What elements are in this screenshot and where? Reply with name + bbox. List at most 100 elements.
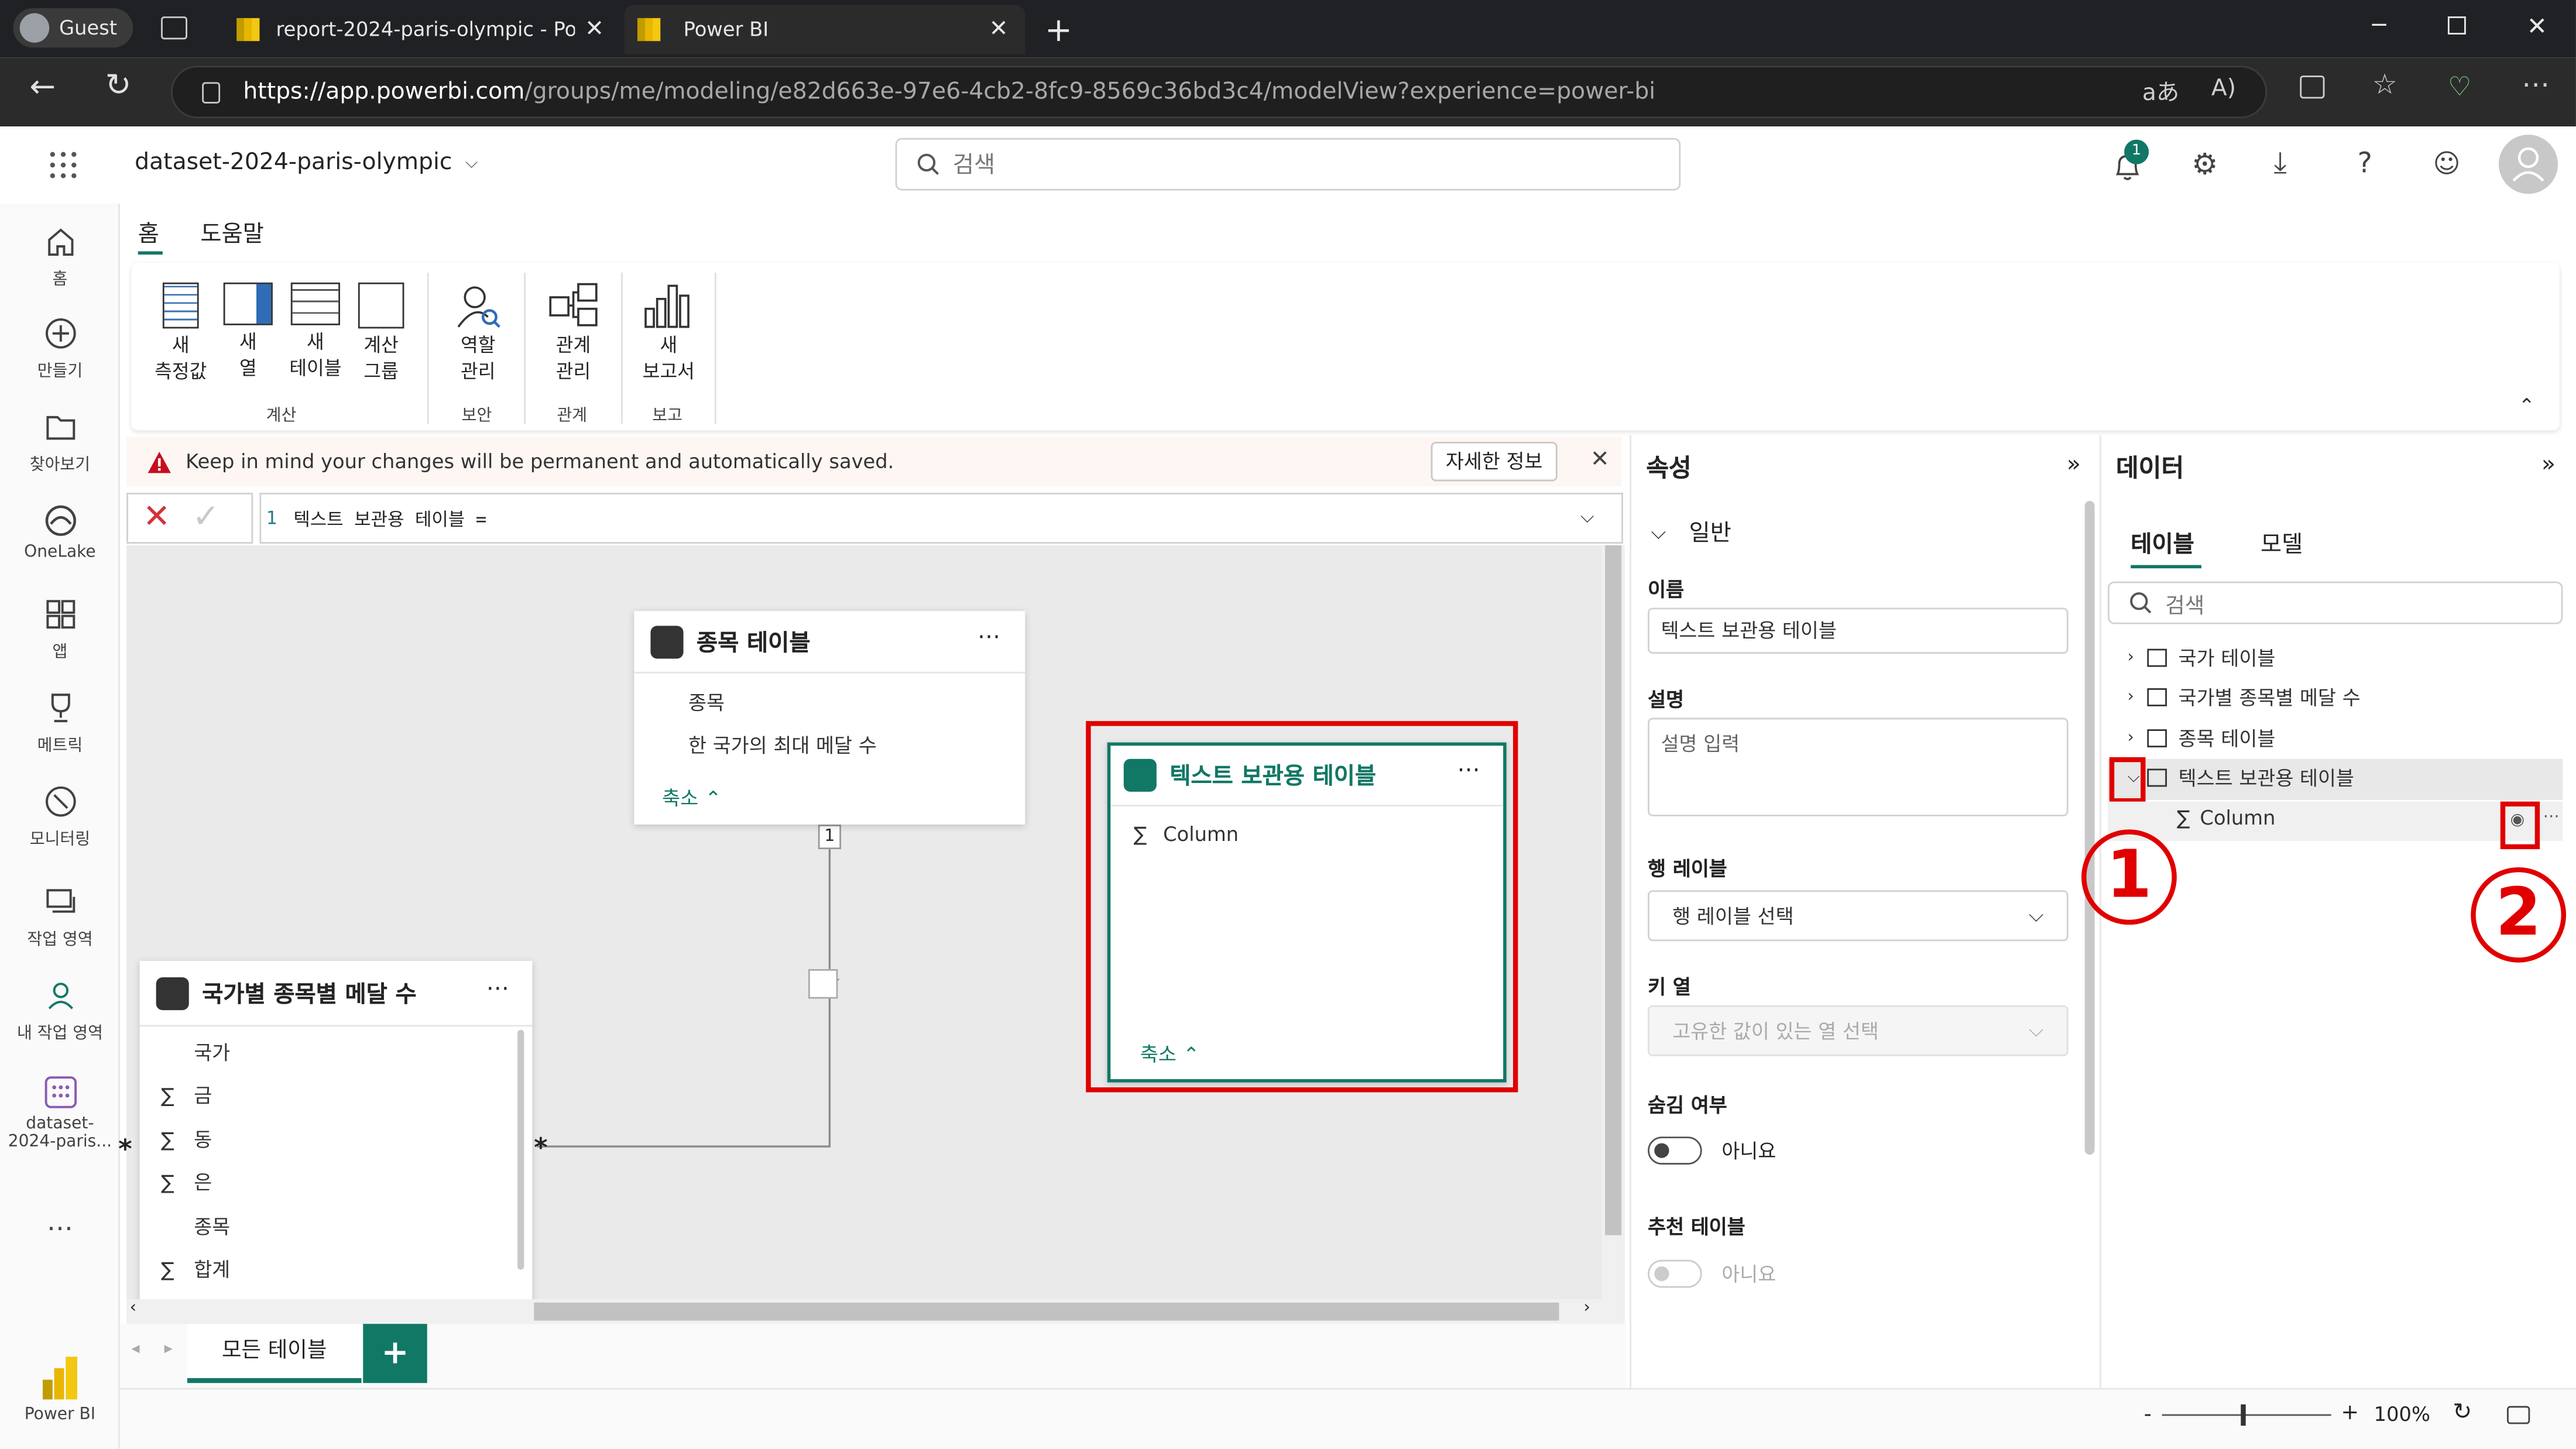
column-row[interactable]: 종목	[688, 688, 725, 716]
maximize-icon[interactable]	[2447, 16, 2466, 35]
more-options-icon[interactable]: ⋯	[486, 976, 509, 1002]
tab-actions-icon[interactable]	[161, 16, 187, 40]
minimize-icon[interactable]: ─	[2372, 13, 2386, 39]
tab-help[interactable]: 도움말	[200, 217, 263, 249]
toggle-switch[interactable]	[1648, 1136, 1702, 1165]
data-search-input[interactable]: 검색	[2107, 581, 2563, 624]
table-card-text-storage[interactable]: 텍스트 보관용 테이블 ⋯ ∑ Column 축소 ⌃	[1107, 742, 1507, 1083]
toggle-switch[interactable]	[1648, 1259, 1702, 1288]
tree-item-events-table[interactable]: › 종목 테이블	[2128, 724, 2276, 753]
nav-workspaces[interactable]: 작업 영역	[0, 884, 120, 949]
column-row[interactable]: ∑ 동	[161, 1125, 212, 1153]
collapse-button[interactable]: 축소 ⌃	[1140, 1040, 1199, 1068]
feedback-icon[interactable]: ☺	[2433, 148, 2461, 179]
tab-scroll-right-icon[interactable]: ▸	[164, 1340, 173, 1358]
tree-item-medal-table[interactable]: › 국가별 종목별 메달 수	[2128, 684, 2361, 712]
table-card-events[interactable]: 종목 테이블 ⋯ 종목 한 국가의 최대 메달 수 축소 ⌃	[634, 611, 1025, 825]
close-window-icon[interactable]: ✕	[2527, 12, 2547, 42]
column-row[interactable]: 한 국가의 최대 메달 수	[688, 731, 877, 759]
browser-essentials-icon[interactable]: ♡	[2448, 71, 2471, 102]
collapse-ribbon-icon[interactable]: ⌃	[2519, 394, 2535, 417]
split-screen-icon[interactable]	[2300, 75, 2325, 99]
tab-scroll-left-icon[interactable]: ◂	[132, 1340, 140, 1358]
zoom-in-button[interactable]: +	[2341, 1401, 2359, 1426]
tree-item-column[interactable]: ∑ Column	[2177, 806, 2276, 829]
browser-tab-report[interactable]: report-2024-paris-olympic - Powe ✕	[220, 5, 621, 54]
nav-my-workspace[interactable]: 내 작업 영역	[0, 977, 120, 1043]
back-icon[interactable]: ←	[30, 69, 56, 105]
browser-menu-icon[interactable]: ⋯	[2522, 69, 2550, 102]
column-row[interactable]: ∑ Column	[1134, 823, 1239, 846]
column-row[interactable]: ∑ 합계	[161, 1255, 230, 1283]
featured-toggle[interactable]: 아니요	[1648, 1259, 1776, 1288]
download-icon[interactable]: ⤓	[2273, 146, 2286, 181]
collapse-pane-icon[interactable]: »	[2067, 452, 2081, 478]
immersive-reader-icon[interactable]: A)	[2211, 75, 2236, 102]
url-field[interactable]: https://app.powerbi.com/groups/me/modeli…	[170, 66, 2268, 119]
vertical-scrollbar-thumb[interactable]	[1605, 545, 1622, 1235]
manage-relationships-button[interactable]: 관계 관리	[544, 283, 603, 384]
model-canvas[interactable]: 1 * * 종목 테이블 ⋯ 종목 한 국가의 최대 메달 수 축소 ⌃ 국가별 …	[118, 545, 1625, 1324]
browser-tab-powerbi[interactable]: Power BI ✕	[624, 5, 1025, 54]
new-report-button[interactable]: 새 보고서	[636, 283, 701, 384]
read-aloud-icon[interactable]: aあ	[2142, 75, 2179, 108]
learn-more-button[interactable]: 자세한 정보	[1431, 442, 1558, 482]
more-options-icon[interactable]: ⋯	[977, 624, 1000, 651]
nav-onelake[interactable]: OneLake	[0, 503, 120, 562]
commit-formula-icon[interactable]: ✓	[192, 496, 219, 535]
column-row[interactable]: ∑ 금	[161, 1081, 212, 1109]
settings-gear-icon[interactable]: ⚙	[2191, 148, 2218, 183]
global-search[interactable]: 검색	[895, 138, 1681, 191]
zoom-out-button[interactable]: -	[2144, 1403, 2152, 1427]
app-launcher-icon[interactable]	[49, 151, 77, 179]
name-input[interactable]: 텍스트 보관용 테이블	[1648, 607, 2069, 654]
collapse-pane-icon[interactable]: »	[2541, 452, 2556, 478]
row-label-dropdown[interactable]: 행 레이블 선택 ⌵	[1648, 890, 2069, 942]
cancel-formula-icon[interactable]: ✕	[143, 496, 170, 535]
user-avatar[interactable]	[2498, 135, 2558, 194]
nav-monitoring[interactable]: 모니터링	[0, 784, 120, 849]
add-layout-button[interactable]: +	[363, 1324, 427, 1383]
reload-icon[interactable]: ↻	[105, 67, 132, 104]
new-tab-icon[interactable]: +	[1045, 10, 1072, 49]
new-measure-button[interactable]: 새 측정값	[151, 282, 210, 384]
nav-create[interactable]: 만들기	[0, 315, 120, 381]
tab-home[interactable]: 홈	[138, 217, 159, 249]
column-row[interactable]: 종목	[161, 1212, 230, 1240]
reset-layout-icon[interactable]: ↻	[2452, 1399, 2472, 1426]
close-tab-icon[interactable]: ✕	[585, 16, 604, 43]
calculation-group-button[interactable]: 계산 그룹	[352, 282, 411, 384]
dismiss-warning-icon[interactable]: ✕	[1590, 447, 1610, 473]
manage-roles-button[interactable]: 역할 관리	[448, 283, 507, 384]
table-card-medals[interactable]: 국가별 종목별 메달 수 ⋯ 국가 ∑ 금 ∑ 동 ∑ 은 종목 ∑ 합계	[139, 960, 533, 1324]
nav-powerbi[interactable]: Power BI	[0, 1357, 120, 1424]
more-icon[interactable]: …	[0, 1206, 120, 1237]
tree-item-country-table[interactable]: › 국가 테이블	[2128, 644, 2276, 672]
scroll-left-icon[interactable]: ‹	[130, 1299, 136, 1317]
key-column-dropdown[interactable]: 고유한 값이 있는 열 선택 ⌵	[1648, 1005, 2069, 1056]
horizontal-scrollbar-thumb[interactable]	[534, 1302, 1559, 1321]
profile-button[interactable]: Guest	[13, 8, 134, 48]
tree-item-text-storage-table[interactable]: ⌵ 텍스트 보관용 테이블	[2128, 764, 2354, 792]
new-table-button[interactable]: 새 테이블	[286, 282, 345, 381]
column-row[interactable]: ∑ 은	[161, 1168, 212, 1196]
tab-all-tables[interactable]: 모든 테이블	[187, 1324, 362, 1383]
tab-tables[interactable]: 테이블	[2131, 527, 2194, 560]
help-icon[interactable]: ?	[2358, 148, 2372, 181]
more-options-icon[interactable]: ⋯	[2543, 808, 2560, 826]
formula-input[interactable]: 1 텍스트 보관용 테이블 =	[259, 493, 1624, 544]
fit-to-screen-icon[interactable]	[2507, 1406, 2530, 1424]
section-general[interactable]: ⌵ 일반	[1651, 516, 1731, 548]
close-tab-icon[interactable]: ✕	[989, 16, 1009, 43]
pane-scrollbar[interactable]	[2084, 501, 2095, 1155]
nav-home[interactable]: 홈	[0, 224, 120, 289]
favorites-icon[interactable]: ☆	[2372, 69, 2397, 102]
scroll-right-icon[interactable]: ›	[1584, 1299, 1590, 1317]
nav-browse[interactable]: 찾아보기	[0, 409, 120, 475]
new-column-button[interactable]: 새열	[223, 282, 273, 381]
dataset-name-dropdown[interactable]: dataset-2024-paris-olympic ⌵	[135, 149, 478, 176]
zoom-level[interactable]: 100%	[2374, 1403, 2430, 1426]
column-row[interactable]: 국가	[161, 1038, 230, 1066]
zoom-slider-thumb[interactable]	[2241, 1404, 2246, 1426]
tab-model[interactable]: 모델	[2261, 527, 2303, 560]
